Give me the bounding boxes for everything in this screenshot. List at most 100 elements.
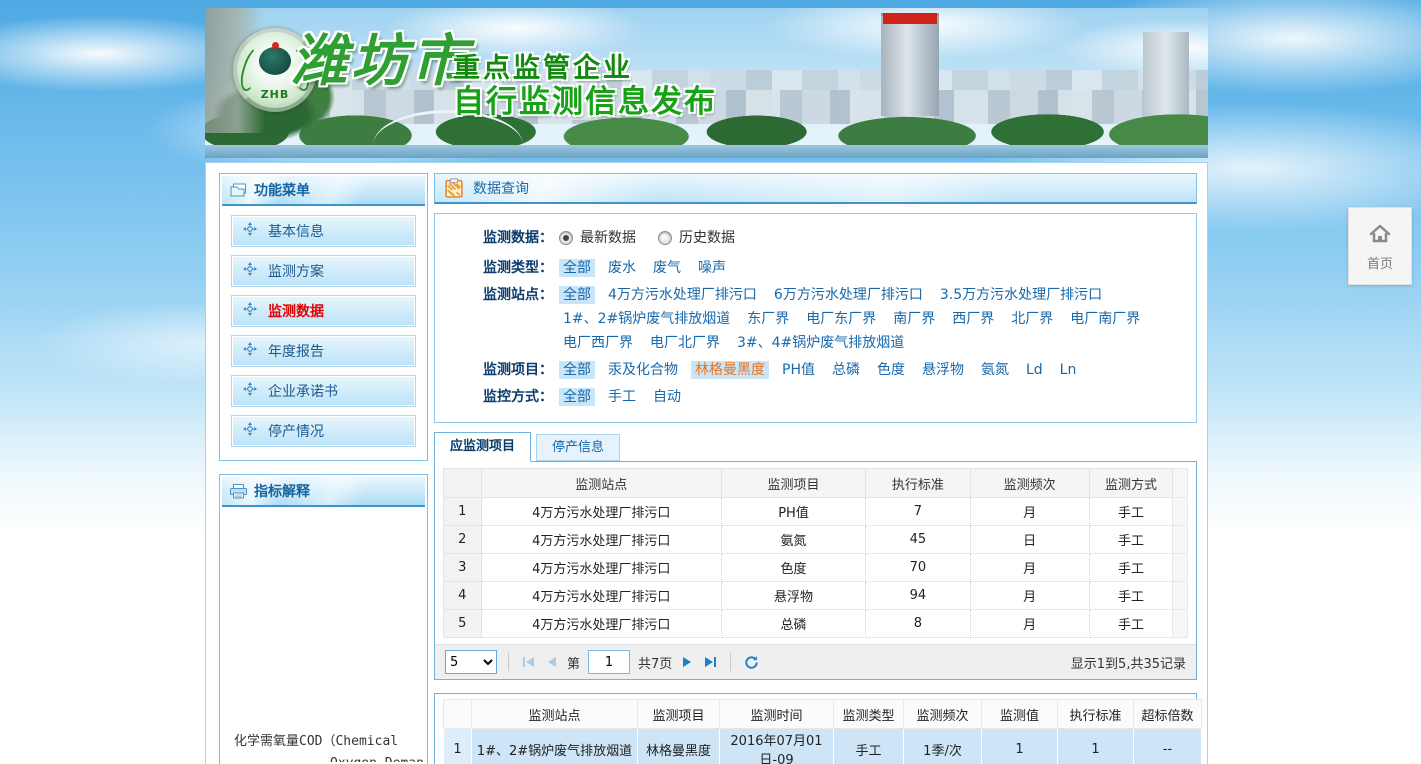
table-cell: 4万方污水处理厂排污口 [481, 610, 721, 638]
sidebar-item-link[interactable]: 年度报告 [232, 336, 415, 366]
filter-option[interactable]: 全部 [559, 388, 595, 406]
filter-option[interactable]: 林格曼黑度 [691, 361, 769, 379]
first-page-button[interactable] [520, 657, 537, 667]
site-title: 潍坊市 [291, 34, 471, 90]
page-number-input[interactable] [588, 650, 630, 674]
table-cell: 7 [866, 498, 970, 526]
sidebar-item-active[interactable]: 监测数据 [232, 296, 415, 326]
refresh-icon[interactable] [744, 655, 759, 670]
radio-icon [658, 231, 672, 245]
logo-dot-icon [272, 42, 279, 49]
filter-label: 监测站点： [483, 283, 553, 355]
table-cell: 日 [970, 526, 1089, 554]
sidebar-item-link[interactable]: 企业承诺书 [232, 376, 415, 406]
filter-option[interactable]: 废水 [604, 259, 640, 277]
tab-inactive[interactable]: 停产信息 [536, 434, 620, 461]
filter-option[interactable]: 汞及化合物 [604, 361, 682, 379]
filter-option[interactable]: 色度 [873, 361, 909, 379]
row-number-cell: 4 [444, 582, 482, 610]
sidebar-item-link[interactable]: 监测方案 [232, 256, 415, 286]
filter-panel: 监测数据：最新数据历史数据监测类型：全部废水废气噪声监测站点：全部4万方污水处理… [434, 213, 1197, 423]
tab-active[interactable]: 应监测项目 [434, 432, 531, 462]
filter-option[interactable]: 全部 [559, 361, 595, 379]
next-page-button[interactable] [680, 657, 694, 667]
filter-option[interactable]: 全部 [559, 259, 595, 277]
sidebar-item-label: 监测方案 [268, 261, 324, 281]
filter-option[interactable]: 南厂界 [889, 310, 939, 328]
prev-page-button[interactable] [545, 657, 559, 667]
filter-option[interactable]: 自动 [649, 388, 685, 406]
radio-option[interactable]: 最新数据 [559, 226, 636, 250]
filter-option[interactable]: 噪声 [694, 259, 730, 277]
table-row[interactable]: 34万方污水处理厂排污口色度70月手工 [444, 554, 1188, 582]
sidebar-item-label: 年度报告 [268, 341, 324, 361]
content-wrapper: 功能菜单 基本信息监测方案监测数据年度报告企业承诺书停产情况 指标解释 化学需氧… [205, 162, 1208, 764]
table-row[interactable]: 44万方污水处理厂排污口悬浮物94月手工 [444, 582, 1188, 610]
filter-option[interactable]: 1#、2#锅炉废气排放烟道 [559, 310, 734, 328]
table-cell: 1季/次 [904, 729, 982, 764]
record-summary: 显示1到5,共35记录 [1071, 653, 1186, 672]
table-row[interactable]: 54万方污水处理厂排污口总磷8月手工 [444, 610, 1188, 638]
monitoring-data-table: 监测站点监测项目监测时间监测类型监测频次监测值执行标准超标倍数11#、2#锅炉废… [443, 699, 1202, 764]
separator [730, 653, 731, 671]
column-header: 监测站点 [472, 700, 638, 729]
filter-option[interactable]: 废气 [649, 259, 685, 277]
indicator-panel: 指标解释 化学需氧量COD（Chemical Oxygen Demand） [219, 474, 428, 764]
filter-option[interactable]: Ld [1022, 361, 1047, 379]
monitoring-data-panel: 监测站点监测项目监测时间监测类型监测频次监测值执行标准超标倍数11#、2#锅炉废… [434, 693, 1197, 764]
filter-option[interactable]: 电厂南厂界 [1066, 310, 1144, 328]
compass-icon [243, 262, 257, 280]
table-cell: 4万方污水处理厂排污口 [481, 498, 721, 526]
filter-option[interactable]: PH值 [778, 361, 819, 379]
filter-option[interactable]: 悬浮物 [918, 361, 968, 379]
filter-row: 监测类型：全部废水废气噪声 [483, 256, 1176, 280]
pagination-bar: 5 第 共7页 显示1到5,共35记录 [435, 644, 1196, 679]
column-header: 监测时间 [720, 700, 834, 729]
filter-option[interactable]: Ln [1056, 361, 1081, 379]
filter-option[interactable]: 氨氮 [977, 361, 1013, 379]
sidebar-item-link[interactable]: 停产情况 [232, 416, 415, 446]
radio-icon [559, 231, 573, 245]
filter-option[interactable]: 东厂界 [743, 310, 793, 328]
filter-option[interactable]: 西厂界 [948, 310, 998, 328]
table-cell: 4万方污水处理厂排污口 [481, 554, 721, 582]
filter-option[interactable]: 3.5万方污水处理厂排污口 [936, 286, 1106, 304]
table-cell: 手工 [1089, 498, 1173, 526]
filter-option[interactable]: 电厂西厂界 [559, 334, 637, 352]
filter-option[interactable]: 电厂北厂界 [646, 334, 724, 352]
filter-row: 监测项目：全部汞及化合物林格曼黑度PH值总磷色度悬浮物氨氮LdLn [483, 358, 1176, 382]
filter-option[interactable]: 北厂界 [1007, 310, 1057, 328]
table-row[interactable]: 11#、2#锅炉废气排放烟道林格曼黑度2016年07月01日-09手工1季/次1… [444, 729, 1202, 764]
sidebar: 功能菜单 基本信息监测方案监测数据年度报告企业承诺书停产情况 指标解释 化学需氧… [219, 173, 428, 764]
spacer-cell [1173, 526, 1188, 554]
page-title-bar: 数据查询 [434, 173, 1197, 204]
table-row[interactable]: 24万方污水处理厂排污口氨氮45日手工 [444, 526, 1188, 554]
filter-option[interactable]: 6万方污水处理厂排污口 [770, 286, 927, 304]
banner-building [1143, 32, 1189, 118]
table-cell: 氨氮 [721, 526, 865, 554]
page-size-select[interactable]: 5 [445, 650, 497, 674]
site-subtitle-2: 自行监测信息发布 [453, 76, 717, 121]
banner: ZHB 潍坊市 重点监管企业 自行监测信息发布 [205, 8, 1208, 158]
sidebar-item-link[interactable]: 基本信息 [232, 216, 415, 246]
table-cell: 1 [1058, 729, 1134, 764]
compass-icon [243, 342, 257, 360]
column-header: 监测频次 [970, 469, 1089, 498]
filter-option[interactable]: 全部 [559, 286, 595, 304]
filter-option[interactable]: 手工 [604, 388, 640, 406]
home-button[interactable]: 首页 [1348, 207, 1412, 285]
table-row[interactable]: 14万方污水处理厂排污口PH值7月手工 [444, 498, 1188, 526]
radio-option[interactable]: 历史数据 [658, 226, 735, 250]
last-page-button[interactable] [702, 657, 719, 667]
table-cell: 手工 [1089, 610, 1173, 638]
filter-option[interactable]: 4万方污水处理厂排污口 [604, 286, 761, 304]
compass-icon [243, 222, 257, 240]
filter-option[interactable]: 总磷 [828, 361, 864, 379]
banner-tower-building [881, 13, 939, 116]
row-number-cell: 3 [444, 554, 482, 582]
spacer-column [1173, 469, 1188, 498]
table-cell: 8 [866, 610, 970, 638]
filter-option[interactable]: 3#、4#锅炉废气排放烟道 [733, 334, 908, 352]
filter-option[interactable]: 电厂东厂界 [802, 310, 880, 328]
home-label: 首页 [1349, 253, 1411, 272]
